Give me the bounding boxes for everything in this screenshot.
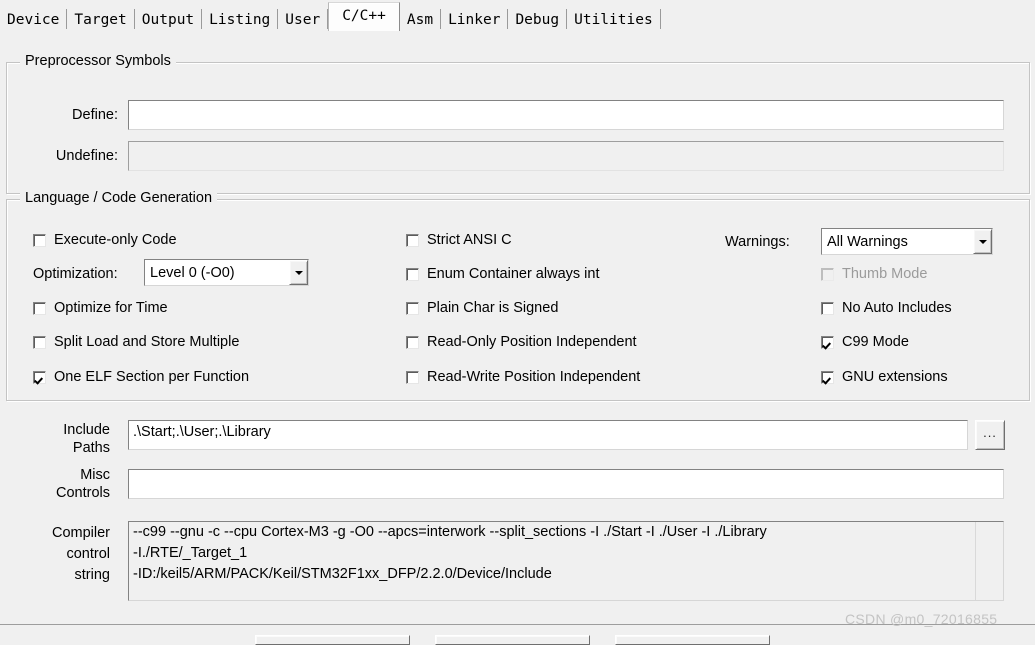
tab-c-c[interactable]: C/C++ xyxy=(328,2,400,31)
checkbox-box[interactable] xyxy=(821,335,834,349)
checkbox-label: One ELF Section per Function xyxy=(54,369,250,385)
checkbox-box[interactable] xyxy=(33,335,46,349)
checkbox-enum-container-always-int[interactable]: Enum Container always int xyxy=(406,266,599,282)
tab-asm[interactable]: Asm xyxy=(399,9,442,31)
checkbox-thumb-mode[interactable]: Thumb Mode xyxy=(821,266,927,282)
checkbox-box[interactable] xyxy=(406,301,419,315)
warnings-value: All Warnings xyxy=(827,233,908,250)
checkbox-box[interactable] xyxy=(821,370,834,384)
tab-debug[interactable]: Debug xyxy=(508,9,568,31)
include-paths-label-line1: Include xyxy=(63,422,110,438)
tab-output[interactable]: Output xyxy=(134,9,203,31)
define-label: Define: xyxy=(72,107,118,123)
checkbox-label: Read-Only Position Independent xyxy=(427,334,637,350)
checkbox-label: No Auto Includes xyxy=(842,300,952,316)
define-input[interactable] xyxy=(128,100,1004,130)
checkbox-one-elf-section-per-function[interactable]: One ELF Section per Function xyxy=(33,369,249,385)
include-paths-browse-button[interactable]: ... xyxy=(975,420,1005,450)
checkbox-read-write-position-independent[interactable]: Read-Write Position Independent xyxy=(406,369,640,385)
checkbox-label: Split Load and Store Multiple xyxy=(54,334,240,350)
misc-controls-label-line2: Controls xyxy=(56,485,110,501)
warnings-label: Warnings: xyxy=(725,234,790,250)
checkbox-box[interactable] xyxy=(406,335,419,349)
undefine-label: Undefine: xyxy=(55,148,118,164)
optimization-select[interactable]: Level 0 (-O0) xyxy=(144,259,309,286)
checkbox-box[interactable] xyxy=(821,267,834,281)
checkbox-label: Thumb Mode xyxy=(842,266,928,282)
checkbox-box[interactable] xyxy=(821,301,834,315)
checkbox-execute-only-code[interactable]: Execute-only Code xyxy=(33,232,177,248)
tab-user[interactable]: User xyxy=(278,9,329,31)
compiler-control-string-line: -ID:/keil5/ARM/PACK/Keil/STM32F1xx_DFP/2… xyxy=(133,566,552,582)
tab-utilities[interactable]: Utilities xyxy=(567,9,661,31)
tab-listing[interactable]: Listing xyxy=(202,9,279,31)
include-paths-input[interactable]: .\Start;.\User;.\Library xyxy=(128,420,968,450)
preprocessor-symbols-title: Preprocessor Symbols xyxy=(20,53,176,69)
checkbox-label: Read-Write Position Independent xyxy=(427,369,641,385)
tab-strip-underline xyxy=(0,29,1035,31)
compiler-control-string-line: --c99 --gnu -c --cpu Cortex-M3 -g -O0 --… xyxy=(133,524,767,540)
checkbox-label: Plain Char is Signed xyxy=(427,300,559,316)
compiler-control-string-divider xyxy=(975,522,976,600)
chevron-down-icon[interactable] xyxy=(973,229,992,254)
warnings-select[interactable]: All Warnings xyxy=(821,228,993,255)
checkbox-box[interactable] xyxy=(33,301,46,315)
tab-strip: Device Target Output Listing User C/C++ Asm Lin… xyxy=(0,0,1035,31)
bottom-button-2[interactable] xyxy=(435,635,590,645)
checkbox-label: Enum Container always int xyxy=(427,266,600,282)
checkbox-read-only-position-independent[interactable]: Read-Only Position Independent xyxy=(406,334,637,350)
checkbox-plain-char-is-signed[interactable]: Plain Char is Signed xyxy=(406,300,558,316)
tab-target[interactable]: Target xyxy=(67,9,135,31)
tab-device[interactable]: Device xyxy=(0,9,68,31)
bottom-button-3[interactable] xyxy=(615,635,770,645)
checkbox-box[interactable] xyxy=(406,267,419,281)
bottom-button-1[interactable] xyxy=(255,635,410,645)
undefine-input[interactable] xyxy=(128,141,1004,171)
optimization-value: Level 0 (-O0) xyxy=(150,264,235,281)
checkbox-box[interactable] xyxy=(33,370,46,384)
checkbox-c99-mode[interactable]: C99 Mode xyxy=(821,334,909,350)
checkbox-label: Strict ANSI C xyxy=(427,232,512,248)
checkbox-split-load-and-store-multiple[interactable]: Split Load and Store Multiple xyxy=(33,334,239,350)
watermark-text: CSDN @m0_72016855 xyxy=(845,611,998,627)
checkbox-label: Optimize for Time xyxy=(54,300,168,316)
chevron-down-icon[interactable] xyxy=(289,260,308,285)
checkbox-box[interactable] xyxy=(406,370,419,384)
checkbox-label: GNU extensions xyxy=(842,369,948,385)
checkbox-label: Execute-only Code xyxy=(54,232,177,248)
checkbox-label: C99 Mode xyxy=(842,334,909,350)
checkbox-strict-ansi-c[interactable]: Strict ANSI C xyxy=(406,232,512,248)
misc-controls-input[interactable] xyxy=(128,469,1004,499)
compiler-control-string-line: -I./RTE/_Target_1 xyxy=(133,545,248,561)
compiler-control-string-label-line3: string xyxy=(74,567,110,583)
compiler-control-string-label-line2: control xyxy=(66,546,110,562)
checkbox-box[interactable] xyxy=(33,233,46,247)
compiler-control-string-label-line1: Compiler xyxy=(51,525,110,541)
misc-controls-label-line1: Misc xyxy=(80,467,110,483)
include-paths-label-line2: Paths xyxy=(72,440,110,456)
tab-linker[interactable]: Linker xyxy=(441,9,509,31)
optimization-label: Optimization: xyxy=(33,266,118,282)
checkbox-no-auto-includes[interactable]: No Auto Includes xyxy=(821,300,952,316)
checkbox-gnu-extensions[interactable]: GNU extensions xyxy=(821,369,948,385)
checkbox-optimize-for-time[interactable]: Optimize for Time xyxy=(33,300,168,316)
language-code-generation-title: Language / Code Generation xyxy=(20,190,218,206)
compiler-control-string-box[interactable]: --c99 --gnu -c --cpu Cortex-M3 -g -O0 --… xyxy=(128,521,1004,601)
checkbox-box[interactable] xyxy=(406,233,419,247)
